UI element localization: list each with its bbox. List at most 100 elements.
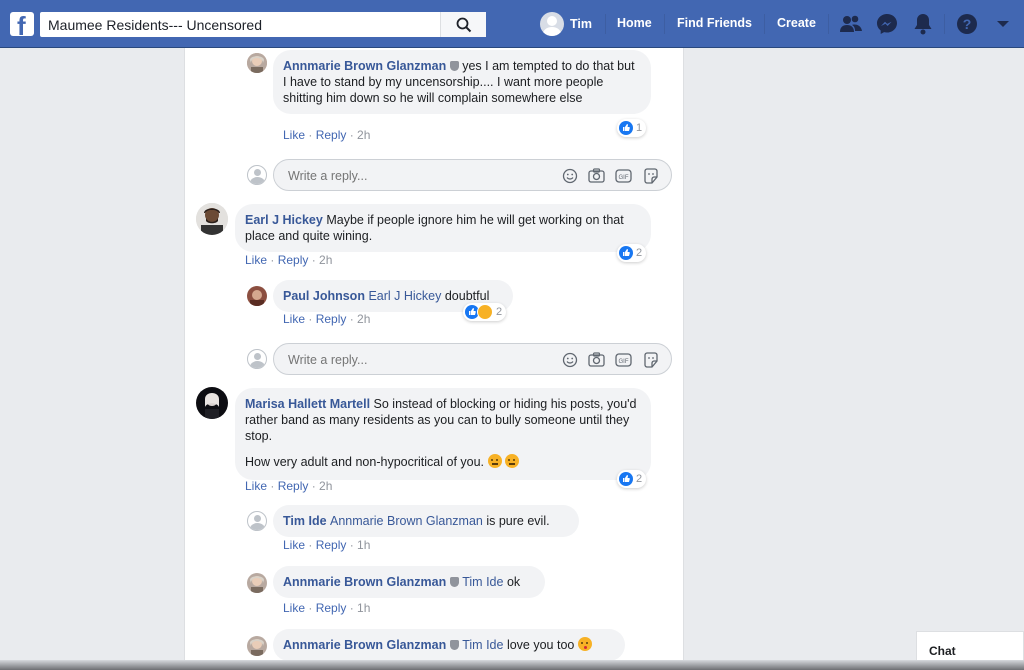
like-button[interactable]: Like: [283, 538, 305, 552]
nav-home[interactable]: Home: [617, 16, 652, 30]
comment-bubble: Annmarie Brown Glanzman yes I am tempted …: [273, 50, 651, 114]
sad-reaction-icon: [477, 304, 493, 320]
comment-author[interactable]: Annmarie Brown Glanzman: [283, 59, 446, 73]
profile-link[interactable]: Tim: [540, 12, 592, 36]
reaction-count[interactable]: 2: [617, 470, 647, 488]
mention-tag[interactable]: Tim Ide: [462, 638, 503, 652]
comment-bubble: Annmarie Brown Glanzman Tim Ide ok: [273, 566, 545, 598]
window-bottom-edge: [0, 660, 1024, 670]
sticker-icon[interactable]: [642, 351, 659, 368]
eye-roll-emoji-icon: [487, 454, 502, 468]
comment-actions: Like · Reply · 2h: [283, 312, 371, 326]
search-bar: [40, 12, 486, 37]
reply-input[interactable]: [286, 344, 550, 376]
eye-roll-emoji-icon: [504, 454, 519, 468]
notifications-icon[interactable]: [912, 13, 934, 35]
reply-box-tools: GIF: [561, 167, 659, 184]
timestamp[interactable]: 2h: [357, 128, 370, 142]
avatar[interactable]: [196, 387, 228, 419]
nav-divider: [664, 14, 665, 34]
search-icon: [456, 17, 471, 32]
like-reaction-icon: [619, 246, 633, 260]
reply-button[interactable]: Reply: [316, 601, 347, 615]
comment-actions: Like · Reply · 2h: [283, 128, 371, 142]
reply-button[interactable]: Reply: [278, 479, 309, 493]
comment-text: love you too: [506, 638, 575, 652]
like-button[interactable]: Like: [283, 128, 305, 142]
avatar[interactable]: [247, 53, 267, 73]
account-menu-icon[interactable]: [992, 13, 1014, 35]
like-button[interactable]: Like: [245, 479, 267, 493]
sticker-icon[interactable]: [642, 167, 659, 184]
timestamp[interactable]: 2h: [357, 312, 370, 326]
avatar[interactable]: [247, 511, 267, 531]
comment-author[interactable]: Earl J Hickey: [245, 213, 323, 227]
comment-author[interactable]: Paul Johnson: [283, 289, 365, 303]
friends-icon[interactable]: [840, 13, 862, 35]
like-reaction-icon: [619, 121, 633, 135]
like-button[interactable]: Like: [245, 253, 267, 267]
mention-tag[interactable]: Earl J Hickey: [368, 289, 441, 303]
reply-button[interactable]: Reply: [316, 312, 347, 326]
search-input[interactable]: [40, 12, 440, 37]
nav-divider: [605, 14, 606, 34]
facebook-logo[interactable]: f: [10, 12, 34, 36]
timestamp[interactable]: 1h: [357, 601, 370, 615]
comment-text: ok: [506, 575, 521, 589]
avatar[interactable]: [247, 573, 267, 593]
kiss-emoji-icon: [577, 637, 592, 651]
mention-tag[interactable]: Annmarie Brown Glanzman: [330, 514, 483, 528]
reply-box: GIF: [273, 343, 672, 376]
reaction-count[interactable]: 2: [617, 244, 647, 262]
nav-create[interactable]: Create: [777, 16, 816, 30]
nav-find-friends[interactable]: Find Friends: [677, 16, 752, 30]
like-button[interactable]: Like: [283, 601, 305, 615]
comment-text: doubtful: [444, 289, 490, 303]
user-name: Tim: [570, 17, 592, 31]
top-nav-bar: f Tim Home Find Friends Create ?: [0, 0, 1024, 48]
comment-text: How very adult and non-hypocritical of y…: [245, 455, 485, 469]
gif-icon[interactable]: GIF: [615, 167, 632, 184]
messenger-icon[interactable]: [876, 13, 898, 35]
comment-author[interactable]: Annmarie Brown Glanzman: [283, 575, 446, 589]
timestamp[interactable]: 2h: [319, 479, 332, 493]
svg-text:GIF: GIF: [619, 359, 629, 365]
svg-text:GIF: GIF: [619, 175, 629, 181]
avatar[interactable]: [247, 286, 267, 306]
emoji-icon[interactable]: [561, 351, 578, 368]
gif-icon[interactable]: GIF: [615, 351, 632, 368]
search-button[interactable]: [440, 12, 486, 37]
comment-author[interactable]: Tim Ide: [283, 514, 327, 528]
moderator-badge-icon: [450, 61, 460, 71]
timestamp[interactable]: 1h: [357, 538, 370, 552]
reply-box: GIF: [273, 159, 672, 192]
nav-divider: [764, 14, 765, 34]
avatar[interactable]: [196, 203, 228, 235]
reply-button[interactable]: Reply: [316, 128, 347, 142]
timestamp[interactable]: 2h: [319, 253, 332, 267]
like-reaction-icon: [619, 472, 633, 486]
like-button[interactable]: Like: [283, 312, 305, 326]
avatar: [247, 349, 267, 369]
avatar: [247, 165, 267, 185]
camera-icon[interactable]: [588, 351, 605, 368]
reply-button[interactable]: Reply: [278, 253, 309, 267]
moderator-badge-icon: [450, 577, 460, 587]
comment-bubble: Annmarie Brown Glanzman Tim Ide love you …: [273, 629, 625, 661]
comment-paragraph: Marisa Hallett Martell So instead of blo…: [245, 396, 641, 444]
reaction-count[interactable]: 2: [463, 303, 507, 321]
emoji-icon[interactable]: [561, 167, 578, 184]
comment-author[interactable]: Annmarie Brown Glanzman: [283, 638, 446, 652]
comment-author[interactable]: Marisa Hallett Martell: [245, 397, 370, 411]
reply-input[interactable]: [286, 160, 550, 192]
moderator-badge-icon: [450, 640, 460, 650]
svg-text:?: ?: [963, 16, 972, 32]
reply-button[interactable]: Reply: [316, 538, 347, 552]
comment-bubble: Earl J Hickey Maybe if people ignore him…: [235, 204, 651, 252]
chat-label: Chat: [929, 644, 956, 658]
reaction-count[interactable]: 1: [617, 119, 647, 137]
mention-tag[interactable]: Tim Ide: [462, 575, 503, 589]
avatar[interactable]: [247, 636, 267, 656]
camera-icon[interactable]: [588, 167, 605, 184]
help-icon[interactable]: ?: [956, 13, 978, 35]
